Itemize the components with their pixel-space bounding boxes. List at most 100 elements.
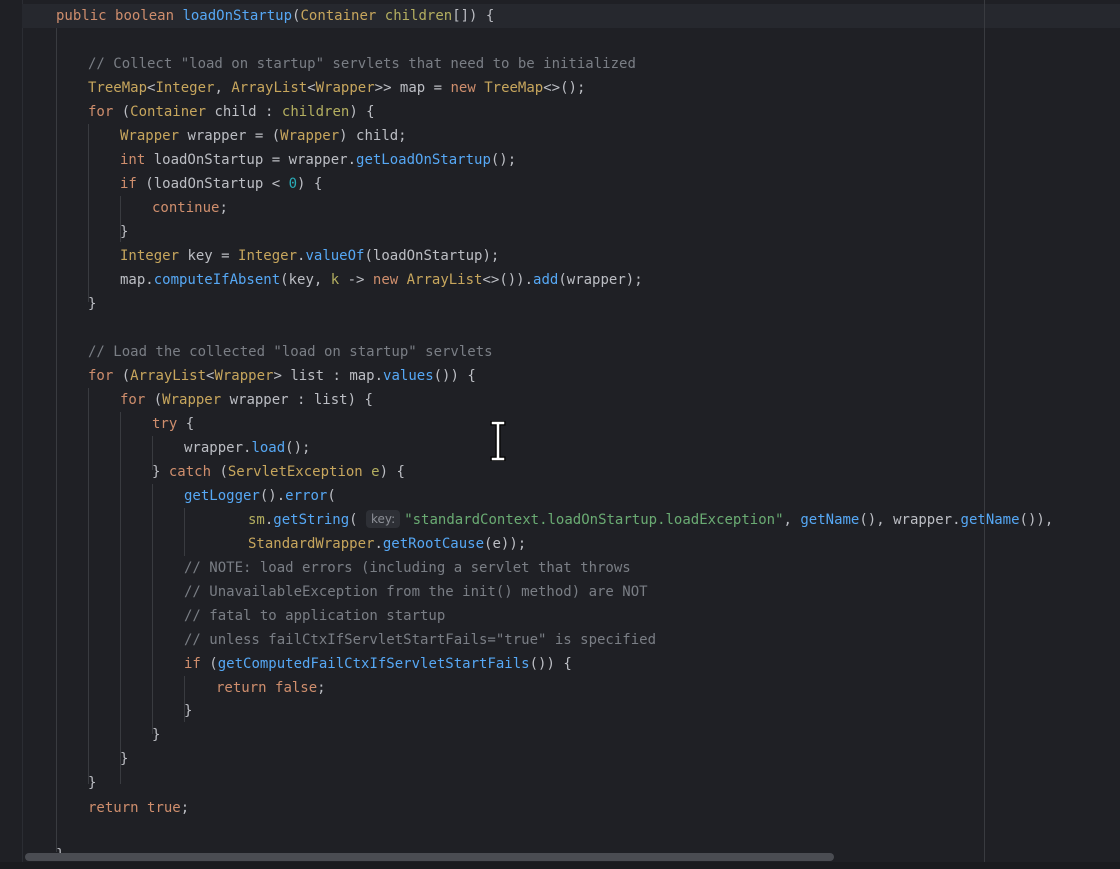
code-token: // Collect "load on startup" servlets th…	[88, 56, 636, 72]
code-line[interactable]: } catch (ServletException e) {	[22, 460, 1120, 484]
code-token: computeIfAbsent	[153, 272, 281, 288]
code-token: ();	[490, 152, 517, 168]
code-token: > list : map.	[273, 368, 384, 384]
code-token: wrapper = (	[187, 128, 281, 144]
code-token: }	[152, 727, 161, 743]
code-token: >> map =	[374, 80, 451, 96]
code-token: new	[372, 272, 407, 288]
indent-guide	[56, 28, 57, 852]
code-line[interactable]: }	[22, 723, 1120, 747]
code-token: // Load the collected "load on startup" …	[88, 344, 493, 360]
code-token: }	[152, 464, 169, 480]
code-line[interactable]: getLogger().error(	[22, 484, 1120, 508]
code-line[interactable]: // Load the collected "load on startup" …	[22, 340, 1120, 364]
code-line[interactable]: for (Wrapper wrapper : list) {	[22, 388, 1120, 412]
code-token: (	[121, 368, 131, 384]
code-line[interactable]: }	[22, 771, 1120, 795]
code-line[interactable]: if (getComputedFailCtxIfServletStartFail…	[22, 652, 1120, 676]
code-token: for	[88, 368, 122, 384]
code-line[interactable]: // NOTE: load errors (including a servle…	[22, 556, 1120, 580]
code-line[interactable]: try {	[22, 412, 1120, 436]
code-token: 0	[288, 176, 298, 192]
code-token: (	[209, 656, 218, 672]
code-line[interactable]: int loadOnStartup = wrapper.getLoadOnSta…	[22, 148, 1120, 172]
code-line[interactable]: // fatal to application startup	[22, 604, 1120, 628]
code-token: valueOf	[305, 248, 365, 264]
code-line[interactable]: }	[22, 699, 1120, 723]
right-margin-guide	[984, 0, 985, 862]
code-token: getName	[960, 512, 1020, 528]
code-line[interactable]: StandardWrapper.getRootCause(e));	[22, 532, 1120, 556]
code-token: error	[285, 488, 328, 504]
code-token: ()) {	[529, 656, 572, 672]
code-token: // fatal to application startup	[184, 608, 446, 624]
code-line[interactable]	[22, 316, 1120, 340]
code-token: getLogger	[184, 488, 260, 504]
code-token: (	[327, 488, 336, 504]
code-line[interactable]: public boolean loadOnStartup(Container c…	[22, 4, 1120, 28]
indent-guide	[152, 436, 153, 470]
code-token: wrapper.	[184, 440, 252, 456]
code-line[interactable]: return false;	[22, 676, 1120, 700]
code-token: for	[88, 104, 122, 120]
code-token: Integer	[155, 80, 215, 96]
code-token: try	[152, 416, 186, 432]
code-token: (	[349, 512, 367, 528]
indent-guide	[120, 412, 121, 784]
code-token: ()) {	[433, 368, 476, 384]
code-token: ArrayList	[231, 80, 308, 96]
code-token: loadOnStartup	[182, 8, 293, 24]
code-line[interactable]: // UnavailableException from the init() …	[22, 580, 1120, 604]
code-line[interactable]: TreeMap<Integer, ArrayList<Wrapper>> map…	[22, 76, 1120, 100]
indent-guide	[184, 676, 185, 722]
code-editor[interactable]: public boolean loadOnStartup ( Container c…	[0, 0, 1120, 869]
code-area[interactable]: public boolean loadOnStartup ( Container c…	[22, 0, 1120, 869]
code-line[interactable]: if (loadOnStartup < 0) {	[22, 172, 1120, 196]
code-token: ().	[259, 488, 286, 504]
code-line[interactable]: }	[22, 220, 1120, 244]
code-line[interactable]: Wrapper wrapper = (Wrapper) child;	[22, 124, 1120, 148]
code-line[interactable]: wrapper.load();	[22, 436, 1120, 460]
code-token: (wrapper);	[558, 272, 643, 288]
code-token: (loadOnStartup <	[145, 176, 289, 192]
code-token: Wrapper	[120, 128, 188, 144]
indent-guide	[88, 124, 89, 302]
editor-gutter	[0, 0, 23, 869]
code-token: new	[450, 80, 485, 96]
code-token: public	[56, 8, 116, 24]
code-token: ;	[180, 800, 190, 816]
code-line[interactable]: for (ArrayList<Wrapper> list : map.value…	[22, 364, 1120, 388]
code-token: Integer	[120, 248, 188, 264]
code-line[interactable]: continue;	[22, 196, 1120, 220]
code-line[interactable]: return true;	[22, 796, 1120, 820]
code-token: getRootCause	[382, 536, 485, 552]
code-line[interactable]	[22, 820, 1120, 844]
code-line[interactable]: // unless failCtxIfServletStartFails="tr…	[22, 628, 1120, 652]
code-token: wrapper : list) {	[229, 392, 373, 408]
code-token: children	[384, 8, 453, 24]
code-token: Wrapper	[280, 128, 340, 144]
code-line[interactable]: }	[22, 747, 1120, 771]
code-token: Container	[130, 104, 215, 120]
indent-guide	[88, 388, 89, 784]
code-token: // UnavailableException from the init() …	[184, 584, 648, 600]
code-line[interactable]: }	[22, 292, 1120, 316]
code-token: <	[307, 80, 316, 96]
horizontal-scrollbar-thumb[interactable]	[25, 853, 834, 861]
code-token: }	[120, 751, 129, 767]
code-line[interactable]: map.computeIfAbsent(key, k -> new ArrayL…	[22, 268, 1120, 292]
code-token: (), wrapper.	[859, 512, 961, 528]
code-token: Wrapper	[162, 392, 230, 408]
code-token: if	[184, 656, 210, 672]
code-token: ;	[317, 680, 326, 696]
code-token: map.	[120, 272, 154, 288]
code-token: <>();	[543, 80, 586, 96]
code-line[interactable]: for (Container child : children) {	[22, 100, 1120, 124]
code-token: ) {	[379, 464, 405, 480]
code-line[interactable]: sm.getString( key: "standardContext.loadO…	[22, 508, 1120, 532]
indent-guide	[152, 484, 153, 734]
code-line[interactable]: Integer key = Integer.valueOf(loadOnStar…	[22, 244, 1120, 268]
code-line[interactable]: // Collect "load on startup" servlets th…	[22, 52, 1120, 76]
code-token: boolean	[115, 8, 183, 24]
code-line[interactable]	[22, 28, 1120, 52]
